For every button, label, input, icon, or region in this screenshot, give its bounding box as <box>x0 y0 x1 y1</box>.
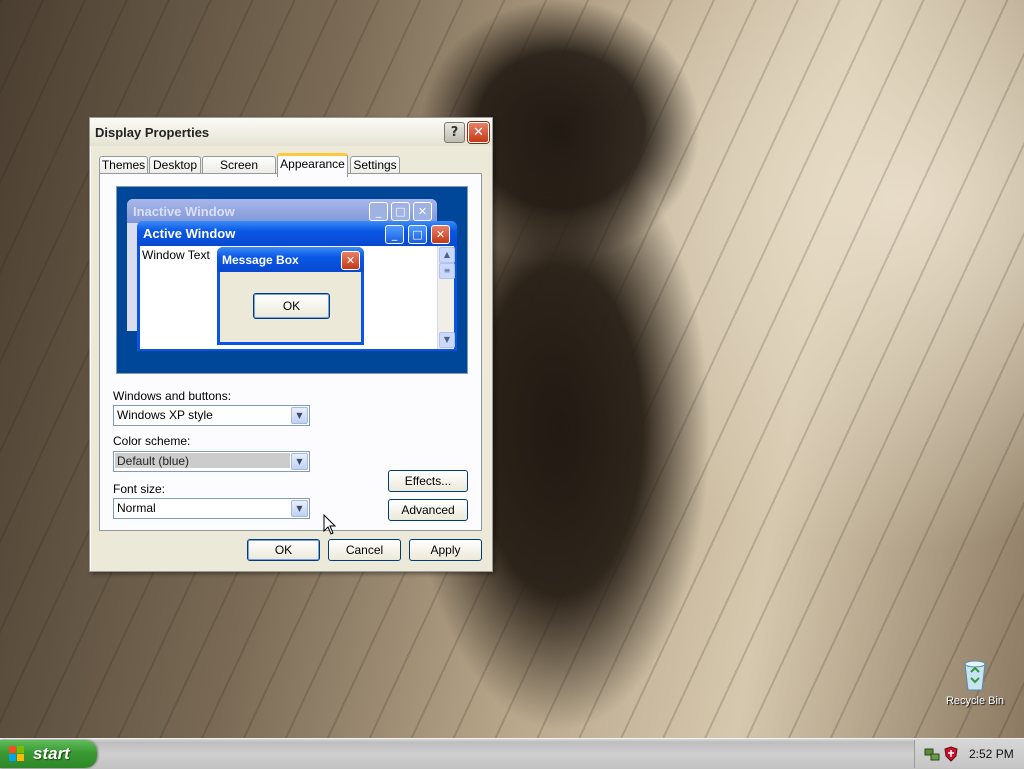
tab-themes[interactable]: Themes <box>99 156 148 174</box>
active-window-title: Active Window <box>143 226 236 241</box>
maximize-icon: □ <box>408 225 427 244</box>
mouse-cursor-icon <box>323 514 337 535</box>
dialog-title-bar[interactable]: Display Properties ? ✕ <box>90 118 492 146</box>
scroll-up-icon: ▲ <box>439 247 455 263</box>
windows-buttons-value: Windows XP style <box>117 408 213 422</box>
message-box-title: Message Box <box>222 253 299 267</box>
color-scheme-label: Color scheme: <box>113 434 191 448</box>
inactive-title-bar: Inactive Window _ □ ✕ <box>127 199 437 223</box>
security-shield-icon[interactable] <box>943 746 959 762</box>
windows-logo-icon <box>9 746 24 761</box>
tab-appearance[interactable]: Appearance <box>277 153 348 177</box>
advanced-button[interactable]: Advanced <box>388 499 468 521</box>
color-scheme-value: Default (blue) <box>117 454 190 468</box>
preview-message-box: Message Box ✕ OK <box>217 247 364 345</box>
dialog-title: Display Properties <box>95 125 210 140</box>
windows-buttons-select[interactable]: Windows XP style ▼ <box>113 405 310 426</box>
cancel-button[interactable]: Cancel <box>328 539 401 561</box>
minimize-icon: _ <box>385 225 404 244</box>
scroll-down-icon: ▼ <box>439 332 455 348</box>
recycle-bin[interactable]: Recycle Bin <box>944 656 1006 707</box>
close-icon: ✕ <box>341 251 360 270</box>
font-size-value: Normal <box>117 501 156 515</box>
font-size-select[interactable]: Normal ▼ <box>113 498 310 519</box>
ok-button[interactable]: OK <box>247 539 320 561</box>
start-label: start <box>33 744 70 763</box>
scroll-thumb: ≡ <box>439 263 455 279</box>
close-icon: ✕ <box>413 202 432 221</box>
network-icon[interactable] <box>924 746 940 762</box>
close-icon: ✕ <box>431 225 450 244</box>
preview-scrollbar: ▲ ≡ ▼ <box>437 246 455 349</box>
active-title-bar: Active Window _ □ ✕ <box>137 221 457 246</box>
chevron-down-icon[interactable]: ▼ <box>291 500 308 517</box>
display-properties-dialog: Display Properties ? ✕ Themes Desktop Sc… <box>89 117 493 572</box>
apply-button[interactable]: Apply <box>409 539 482 561</box>
effects-button[interactable]: Effects... <box>388 470 468 492</box>
window-text: Window Text <box>142 248 210 262</box>
tab-settings[interactable]: Settings <box>350 156 400 174</box>
appearance-preview: Inactive Window _ □ ✕ Active Window _ □ … <box>116 186 468 374</box>
taskbar: start 2:52 PM <box>0 738 1024 769</box>
start-button[interactable]: start <box>0 740 97 768</box>
tab-screen-saver[interactable]: Screen Saver <box>202 156 276 189</box>
inactive-window-title: Inactive Window <box>133 204 235 219</box>
help-button[interactable]: ? <box>444 122 465 143</box>
message-box-ok: OK <box>253 293 330 319</box>
recycle-bin-icon <box>964 660 986 691</box>
font-size-label: Font size: <box>113 482 166 496</box>
message-box-body: OK <box>220 272 361 342</box>
recycle-bin-label: Recycle Bin <box>945 695 1005 707</box>
chevron-down-icon[interactable]: ▼ <box>291 453 308 470</box>
tab-desktop[interactable]: Desktop <box>149 156 201 174</box>
maximize-icon: □ <box>391 202 410 221</box>
color-scheme-select[interactable]: Default (blue) ▼ <box>113 451 310 472</box>
clock[interactable]: 2:52 PM <box>969 747 1014 761</box>
close-button[interactable]: ✕ <box>468 122 489 143</box>
windows-buttons-label: Windows and buttons: <box>113 389 232 403</box>
appearance-panel: Inactive Window _ □ ✕ Active Window _ □ … <box>99 173 482 531</box>
message-box-title-bar: Message Box ✕ <box>217 247 364 272</box>
system-tray: 2:52 PM <box>914 740 1024 768</box>
minimize-icon: _ <box>369 202 388 221</box>
chevron-down-icon[interactable]: ▼ <box>291 407 308 424</box>
